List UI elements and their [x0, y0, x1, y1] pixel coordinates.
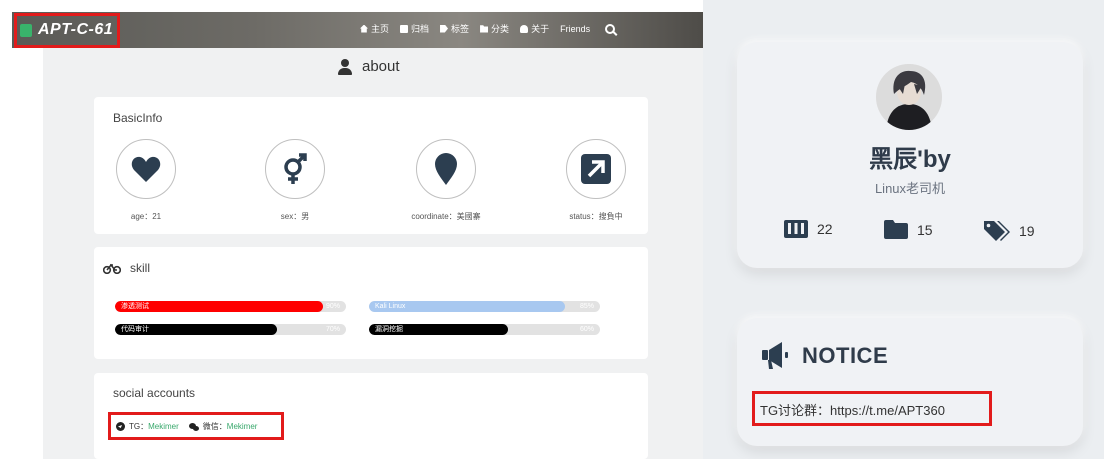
- nav-item-home[interactable]: 主页: [360, 22, 389, 35]
- wechat-label: 微信：: [202, 422, 227, 431]
- info-label-status: status：搜負中: [569, 212, 623, 221]
- telegram-icon: [116, 422, 125, 431]
- basic-info-card: BasicInfo age：21 sex：男 coordinate：美國寨 st…: [94, 97, 648, 234]
- stat-categories[interactable]: 15: [884, 220, 933, 239]
- skill-card: skill 渗透测试 90% Kali Linux 85% 代码审计 70% 漏…: [94, 247, 648, 359]
- wechat-icon: [188, 422, 199, 431]
- social-accounts-row: TG： Mekimer 微信： Mekimer: [116, 421, 257, 432]
- stat-articles[interactable]: 22: [784, 220, 833, 238]
- nav-item-about[interactable]: 关于: [520, 22, 549, 35]
- bicycle-icon: [103, 263, 121, 274]
- skill-bar-percent: 85%: [579, 303, 594, 310]
- skill-bar-label: 渗透测试: [121, 303, 149, 310]
- nav-menu: 主页 归档 标签 分类 关于 Friends: [360, 22, 616, 35]
- page-title: about: [338, 58, 400, 75]
- gender-icon: [284, 153, 307, 184]
- home-icon: [360, 24, 368, 33]
- megaphone-icon: [762, 342, 788, 369]
- notice-title: NOTICE: [802, 343, 889, 368]
- tg-label: TG：: [129, 422, 149, 431]
- stat-tags[interactable]: 19: [984, 220, 1035, 242]
- info-item-coordinate: coordinate：美國寨: [391, 139, 501, 222]
- avatar[interactable]: [876, 64, 942, 130]
- info-item-status: status：搜負中: [541, 139, 651, 222]
- categories-count: 15: [917, 221, 933, 238]
- notice-text: TG讨论群：https://t.me/APT360: [760, 403, 945, 418]
- notice-header: NOTICE: [762, 342, 888, 370]
- skill-bar: 漏洞挖掘 60%: [369, 324, 600, 335]
- info-item-sex: sex：男: [240, 139, 350, 222]
- nav-item-friends[interactable]: Friends: [560, 24, 590, 34]
- tags-icon: [984, 221, 1010, 241]
- info-item-age: age：21: [91, 139, 201, 222]
- category-icon: [480, 25, 489, 33]
- external-link-icon: [581, 154, 611, 184]
- archive-icon: [400, 24, 409, 33]
- wechat-link[interactable]: Mekimer: [227, 422, 258, 431]
- brand-logo-icon: [20, 23, 32, 37]
- tag-icon: [440, 24, 449, 33]
- skill-bar-percent: 60%: [579, 326, 594, 333]
- info-label-age: age：21: [130, 212, 162, 221]
- social-accounts-title: social accounts: [113, 386, 196, 400]
- notice-card: NOTICE: [737, 318, 1083, 446]
- skill-header: skill: [103, 261, 150, 275]
- basic-info-title: BasicInfo: [113, 111, 163, 125]
- info-label-sex: sex：男: [280, 212, 310, 221]
- tg-link[interactable]: Mekimer: [148, 422, 179, 431]
- user-icon: [520, 24, 529, 33]
- skill-bar: 渗透测试 90%: [115, 301, 346, 312]
- author-description: Linux老司机: [874, 181, 946, 196]
- avatar-image: [876, 64, 942, 130]
- search-icon[interactable]: [605, 23, 616, 34]
- person-icon: [338, 58, 352, 75]
- skill-bar-label: 代码审计: [121, 326, 149, 333]
- skill-bar: Kali Linux 85%: [369, 301, 600, 312]
- nav-item-tags[interactable]: 标签: [440, 22, 469, 35]
- map-marker-icon: [435, 153, 457, 185]
- heart-icon: [131, 156, 161, 182]
- skill-bar-label: Kali Linux: [375, 303, 406, 310]
- book-icon: [784, 220, 808, 238]
- skill-title: skill: [130, 261, 150, 275]
- skill-bar-percent: 90%: [325, 303, 340, 310]
- skill-bar: 代码审计 70%: [115, 324, 346, 335]
- nav-item-categories[interactable]: 分类: [480, 22, 509, 35]
- info-label-coordinate: coordinate：美國寨: [411, 212, 481, 221]
- skill-bar-percent: 70%: [325, 326, 340, 333]
- brand-link[interactable]: APT-C-61: [20, 19, 113, 41]
- folder-icon: [884, 220, 908, 239]
- articles-count: 22: [817, 221, 833, 237]
- brand-title: APT-C-61: [38, 21, 114, 38]
- skill-bar-label: 漏洞挖掘: [375, 326, 403, 333]
- nav-item-archive[interactable]: 归档: [400, 22, 429, 35]
- author-name: 黑辰'by: [869, 146, 951, 173]
- author-card: 黑辰'by Linux老司机 22 15 19: [737, 42, 1083, 268]
- tags-count: 19: [1019, 223, 1035, 239]
